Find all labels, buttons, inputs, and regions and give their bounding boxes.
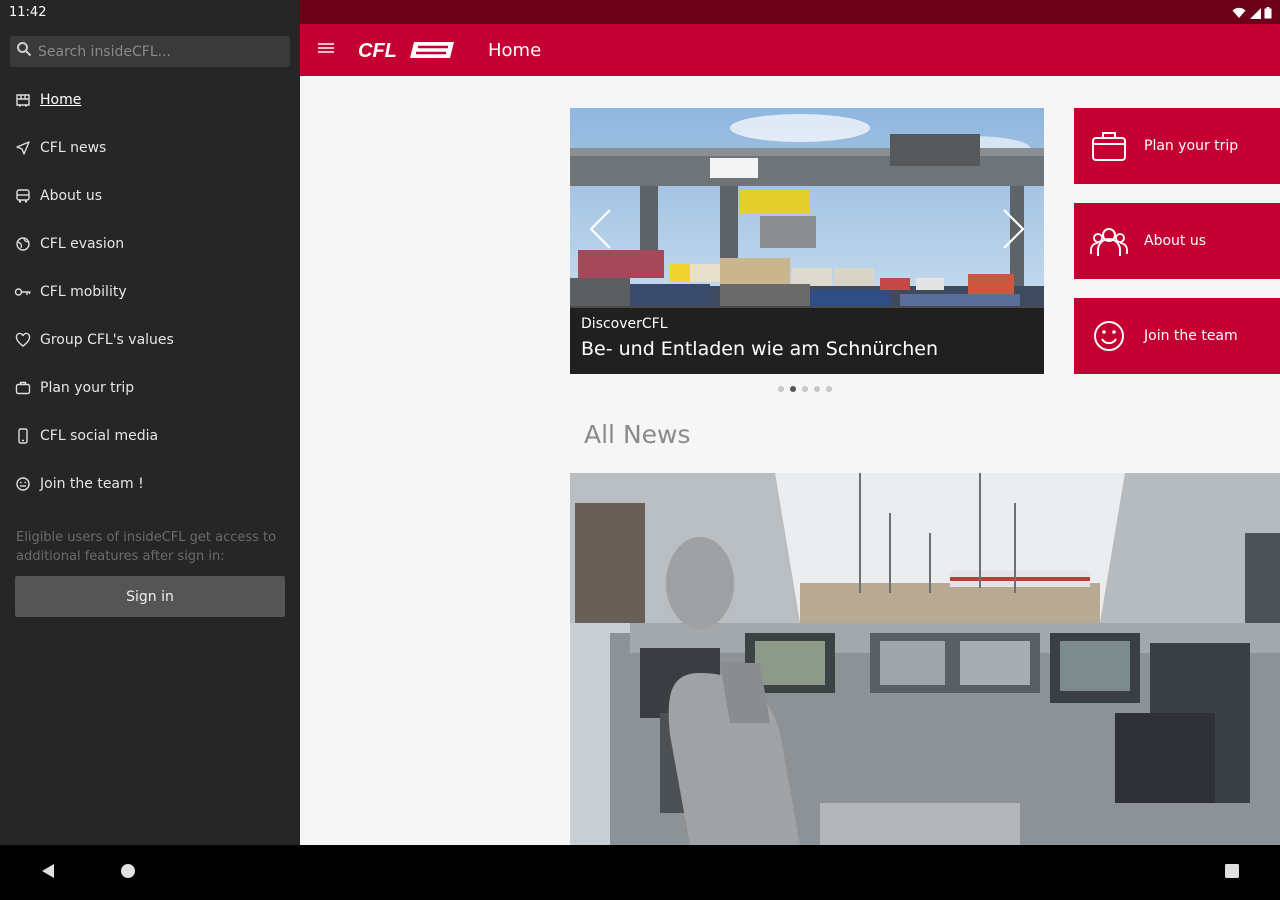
status-bar xyxy=(300,0,1280,24)
nav-item-label: Home xyxy=(40,92,82,108)
briefcase-icon xyxy=(14,379,32,397)
nav-item-label: Group CFL's values xyxy=(40,332,174,348)
carousel-indicator xyxy=(778,386,832,392)
quick-link-label: About us xyxy=(1144,233,1207,249)
carousel-prev-button[interactable] xyxy=(582,208,618,254)
nav-item-plan-trip[interactable]: Plan your trip xyxy=(0,364,300,412)
chevron-left-icon xyxy=(588,208,612,255)
hamburger-icon xyxy=(318,41,334,60)
nav-item-label: Join the team ! xyxy=(40,476,144,492)
nav-item-cfl-evasion[interactable]: CFL evasion xyxy=(0,220,300,268)
carousel-dot-active[interactable] xyxy=(790,386,796,392)
all-news-heading: All News xyxy=(584,420,691,449)
svg-text:CFL: CFL xyxy=(358,40,397,61)
quick-link-about-us[interactable]: About us xyxy=(1074,203,1280,279)
nav-item-cfl-news[interactable]: CFL news xyxy=(0,124,300,172)
send-icon xyxy=(14,139,32,157)
quick-link-label: Plan your trip xyxy=(1144,138,1239,154)
signal-icon xyxy=(1249,6,1261,24)
news-card-image xyxy=(570,473,1280,845)
nav-item-label: About us xyxy=(40,188,103,204)
search-input[interactable] xyxy=(38,43,278,60)
navigation-drawer: 11:42 Home CFL news About us CFL evasion… xyxy=(0,0,300,845)
nav-item-group-values[interactable]: Group CFL's values xyxy=(0,316,300,364)
wifi-icon xyxy=(1232,6,1246,24)
carousel-dot[interactable] xyxy=(826,386,832,392)
system-navigation-bar xyxy=(0,845,1280,900)
home-button[interactable] xyxy=(118,863,138,883)
carousel-dot[interactable] xyxy=(778,386,784,392)
heart-icon xyxy=(14,331,32,349)
status-time: 11:42 xyxy=(9,5,47,20)
phone-icon xyxy=(14,427,32,445)
carousel-caption[interactable]: DiscoverCFL Be- und Entladen wie am Schn… xyxy=(570,308,1044,374)
quick-link-join-team[interactable]: Join the team xyxy=(1074,298,1280,374)
carousel-title: Be- und Entladen wie am Schnürchen xyxy=(581,338,939,360)
sign-in-note: Eligible users of insideCFL get access t… xyxy=(16,530,277,564)
briefcase-icon xyxy=(1074,130,1144,162)
nav-item-label: CFL evasion xyxy=(40,236,125,252)
search-icon xyxy=(16,41,32,62)
battery-icon xyxy=(1264,6,1272,24)
back-button[interactable] xyxy=(38,863,58,883)
cfl-logo: CFL xyxy=(356,24,456,76)
key-icon xyxy=(14,283,32,301)
main-content: DiscoverCFL Be- und Entladen wie am Schn… xyxy=(300,76,1280,845)
home-circle-icon xyxy=(120,863,136,884)
search-box[interactable] xyxy=(10,36,290,67)
train-icon xyxy=(14,187,32,205)
news-carousel[interactable]: DiscoverCFL Be- und Entladen wie am Schn… xyxy=(570,108,1044,374)
app-bar: CFL Home xyxy=(300,24,1280,76)
nav-item-label: Plan your trip xyxy=(40,380,135,396)
recents-square-icon xyxy=(1224,863,1240,884)
nav-item-label: CFL news xyxy=(40,140,107,156)
quick-link-plan-trip[interactable]: Plan your trip xyxy=(1074,108,1280,184)
nav-item-label: CFL social media xyxy=(40,428,159,444)
carousel-source: DiscoverCFL xyxy=(581,316,668,332)
nav-item-about-us[interactable]: About us xyxy=(0,172,300,220)
home-icon xyxy=(14,91,32,109)
sign-in-button[interactable]: Sign in xyxy=(15,576,285,617)
team-icon xyxy=(1074,224,1144,258)
recents-button[interactable] xyxy=(1222,863,1242,883)
smiley-icon xyxy=(1074,319,1144,353)
page-title: Home xyxy=(488,39,542,61)
nav-item-join-team[interactable]: Join the team ! xyxy=(0,460,300,508)
carousel-dot[interactable] xyxy=(814,386,820,392)
globe-icon xyxy=(14,235,32,253)
chevron-right-icon xyxy=(1002,208,1026,255)
smiley-icon xyxy=(14,475,32,493)
drawer-nav: Home CFL news About us CFL evasion CFL m… xyxy=(0,76,300,508)
carousel-next-button[interactable] xyxy=(996,208,1032,254)
menu-button[interactable] xyxy=(300,24,352,76)
nav-item-label: CFL mobility xyxy=(40,284,127,300)
carousel-dot[interactable] xyxy=(802,386,808,392)
nav-item-cfl-mobility[interactable]: CFL mobility xyxy=(0,268,300,316)
back-triangle-icon xyxy=(40,863,56,884)
quick-link-label: Join the team xyxy=(1144,328,1238,344)
news-card[interactable] xyxy=(570,473,1280,845)
nav-item-home[interactable]: Home xyxy=(0,76,300,124)
nav-item-social-media[interactable]: CFL social media xyxy=(0,412,300,460)
